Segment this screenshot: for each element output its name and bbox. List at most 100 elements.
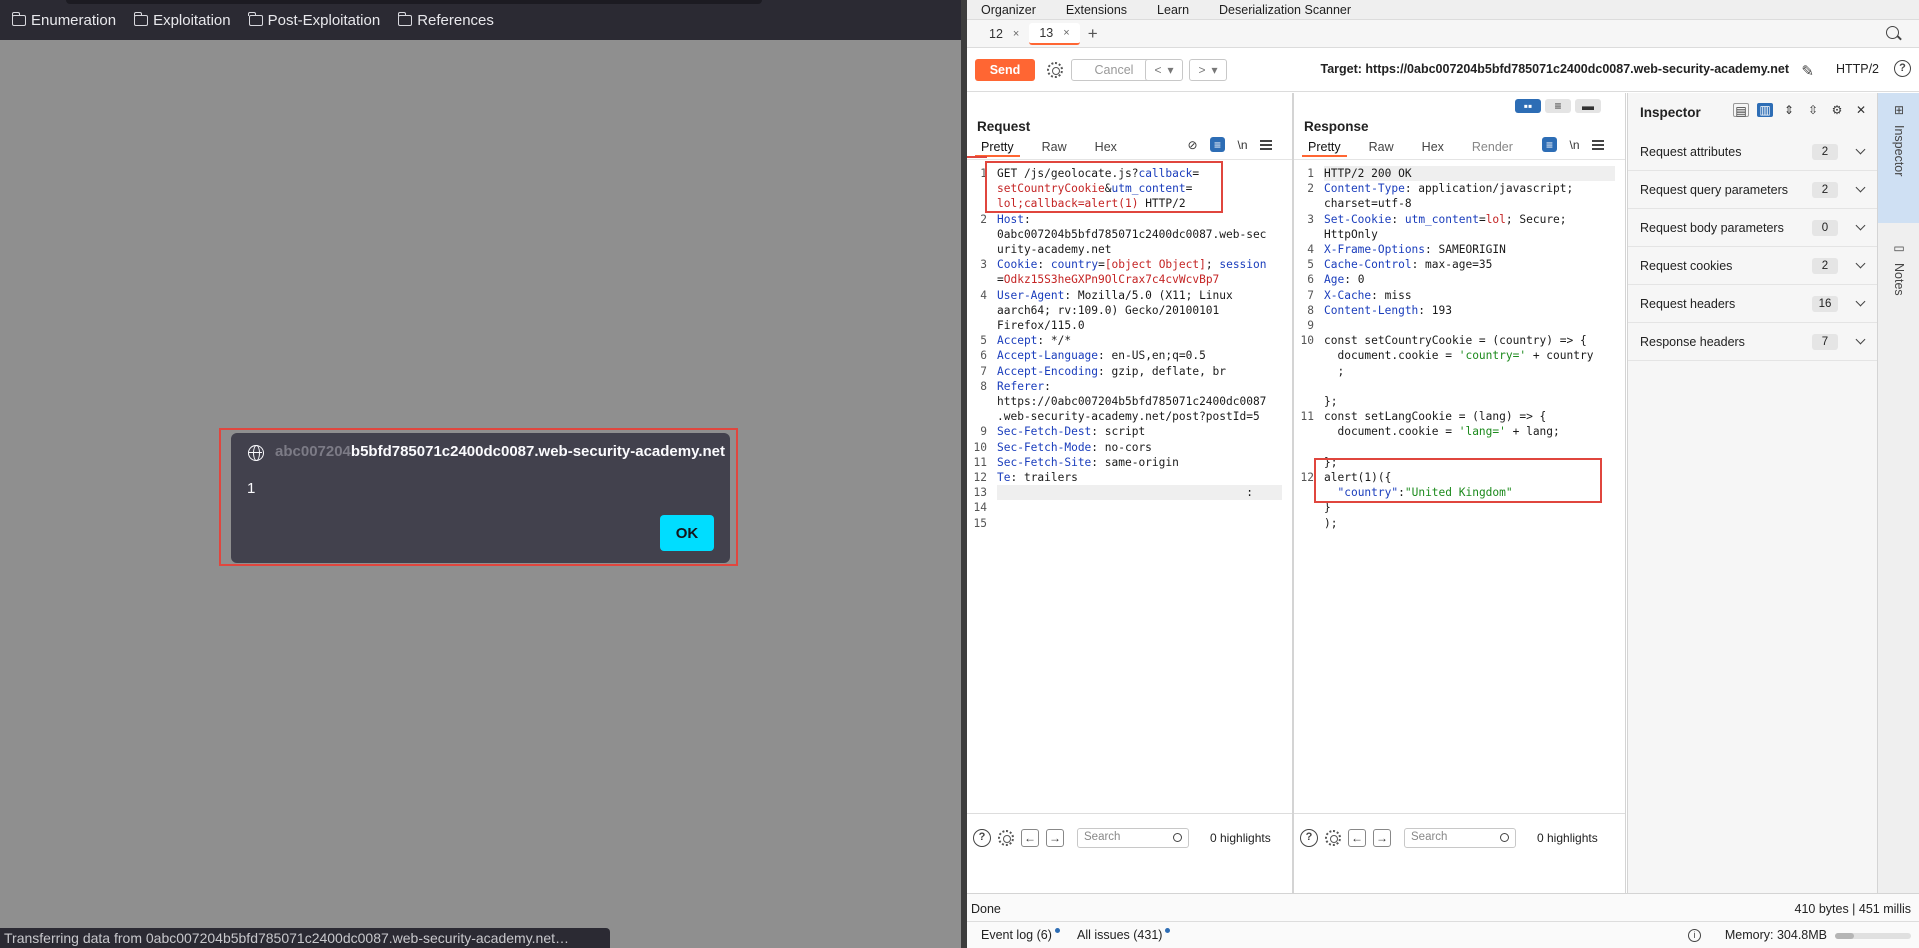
bookmark-post-exploitation[interactable]: Post-Exploitation bbox=[248, 11, 380, 29]
menu-icon[interactable] bbox=[1592, 139, 1604, 150]
gear-icon[interactable]: ⚙ bbox=[1829, 103, 1845, 117]
menu-icon[interactable] bbox=[1260, 139, 1272, 150]
menu-bar: Organizer Extensions Learn Deserializati… bbox=[967, 0, 1919, 20]
side-tab-notes[interactable]: ▭ Notes bbox=[1878, 231, 1919, 311]
protocol-label[interactable]: HTTP/2 bbox=[1836, 62, 1879, 76]
event-log-link[interactable]: Event log (6) bbox=[981, 928, 1060, 942]
menu-extensions[interactable]: Extensions bbox=[1066, 3, 1127, 17]
menu-organizer[interactable]: Organizer bbox=[981, 3, 1036, 17]
newline-toggle[interactable]: \n bbox=[1567, 137, 1582, 152]
search-input[interactable]: Search bbox=[1404, 828, 1516, 848]
request-panel: Request Pretty Raw Hex ⊘ ≡ \n 1234 5678 … bbox=[967, 93, 1293, 893]
gear-icon[interactable] bbox=[1325, 830, 1341, 846]
count-badge: 16 bbox=[1812, 295, 1838, 312]
ok-button[interactable]: OK bbox=[660, 515, 714, 551]
folder-icon bbox=[133, 11, 149, 26]
bookmark-enumeration[interactable]: Enumeration bbox=[11, 11, 117, 29]
inspector-row-request-attributes[interactable]: Request attributes 2 bbox=[1628, 133, 1878, 171]
add-tab-button[interactable]: + bbox=[1088, 24, 1098, 44]
help-icon[interactable]: ? bbox=[1894, 60, 1911, 77]
close-icon[interactable]: × bbox=[1063, 27, 1069, 39]
tab-raw[interactable]: Raw bbox=[1036, 139, 1073, 157]
arrow-right-icon[interactable]: → bbox=[1373, 829, 1391, 847]
menu-deserialization-scanner[interactable]: Deserialization Scanner bbox=[1219, 3, 1351, 17]
search-icon[interactable] bbox=[1886, 26, 1899, 39]
inspector-row-request-cookies[interactable]: Request cookies 2 bbox=[1628, 247, 1878, 285]
arrow-right-icon[interactable]: → bbox=[1046, 829, 1064, 847]
search-icon bbox=[1173, 833, 1182, 842]
repeater-tab-12[interactable]: 12 × bbox=[979, 23, 1029, 45]
arrow-left-icon[interactable]: ← bbox=[1021, 829, 1039, 847]
stacked-layout-icon[interactable]: ≡ bbox=[1545, 99, 1571, 113]
count-badge: 0 bbox=[1812, 219, 1838, 236]
inspector-panel: Inspector ▤ ▥ ⇕ ⇳ ⚙ ✕ Request attributes… bbox=[1627, 93, 1878, 893]
close-icon[interactable]: ✕ bbox=[1853, 103, 1869, 117]
count-badge: 2 bbox=[1812, 143, 1838, 160]
split-view-icon[interactable]: ▥ bbox=[1757, 103, 1773, 117]
tab-hex[interactable]: Hex bbox=[1089, 139, 1123, 157]
browser-status: Transferring data from 0abc007204b5bfd78… bbox=[0, 928, 610, 948]
repeater-tabs: 12 × 13 × + bbox=[967, 20, 1919, 48]
folder-icon bbox=[397, 11, 413, 26]
pencil-icon[interactable]: ✎ bbox=[1801, 62, 1814, 80]
forward-button[interactable]: > ▾ bbox=[1189, 59, 1227, 81]
notification-dot bbox=[1165, 928, 1171, 933]
urlbar-edge bbox=[66, 0, 762, 4]
highlight-line bbox=[967, 156, 987, 158]
bookmark-references[interactable]: References bbox=[397, 11, 494, 29]
request-view-tabs: Pretty Raw Hex bbox=[975, 139, 1139, 157]
memory-usage: Memory: 304.8MB bbox=[1724, 928, 1827, 942]
inspector-sections: Request attributes 2 Request query parame… bbox=[1628, 133, 1878, 361]
count-badge: 2 bbox=[1812, 257, 1838, 274]
gear-icon[interactable] bbox=[1047, 62, 1063, 78]
eye-slash-icon[interactable]: ⊘ bbox=[1185, 137, 1200, 152]
tab-pretty[interactable]: Pretty bbox=[1302, 139, 1347, 157]
arrow-left-icon[interactable]: ← bbox=[1348, 829, 1366, 847]
info-icon[interactable]: i bbox=[1688, 929, 1701, 942]
tab-pretty[interactable]: Pretty bbox=[975, 139, 1020, 157]
tab-raw[interactable]: Raw bbox=[1363, 139, 1400, 157]
back-button[interactable]: < ▾ bbox=[1145, 59, 1183, 81]
panel-title: Inspector bbox=[1640, 105, 1701, 120]
split-layout-icon[interactable]: ▪▪ bbox=[1515, 99, 1541, 113]
folder-icon bbox=[11, 11, 26, 26]
request-footer: ? ← → Search 0 highlights bbox=[967, 813, 1292, 893]
bookmark-label: Enumeration bbox=[31, 11, 117, 29]
newline-toggle[interactable]: \n bbox=[1235, 137, 1250, 152]
gear-icon[interactable] bbox=[998, 830, 1014, 846]
wrap-icon[interactable]: ≡ bbox=[1542, 137, 1557, 152]
single-layout-icon[interactable]: ▬ bbox=[1575, 99, 1601, 113]
repeater-toolbar: Send Cancel < ▾ > ▾ Target: https://0abc00… bbox=[967, 48, 1919, 92]
count-badge: 7 bbox=[1812, 333, 1838, 350]
expand-icon[interactable]: ⇕ bbox=[1781, 103, 1797, 117]
collapse-icon[interactable]: ⇳ bbox=[1805, 103, 1821, 117]
response-panel: ▪▪ ≡ ▬ Response Pretty Raw Hex Render ≡ … bbox=[1293, 93, 1626, 893]
request-editor[interactable]: 1234 5678 9 10 11 12 13 14 15 GET /js/geoloca… bbox=[967, 159, 1292, 813]
side-tab-inspector[interactable]: ⊞ Inspector bbox=[1878, 93, 1919, 223]
search-icon bbox=[1500, 833, 1509, 842]
help-icon[interactable]: ? bbox=[973, 829, 991, 847]
help-icon[interactable]: ? bbox=[1300, 829, 1318, 847]
close-icon[interactable]: × bbox=[1013, 28, 1019, 40]
inspector-row-request-headers[interactable]: Request headers 16 bbox=[1628, 285, 1878, 323]
inspector-row-response-headers[interactable]: Response headers 7 bbox=[1628, 323, 1878, 361]
wrap-icon[interactable]: ≡ bbox=[1210, 137, 1225, 152]
list-view-icon[interactable]: ▤ bbox=[1733, 103, 1749, 118]
menu-learn[interactable]: Learn bbox=[1157, 3, 1189, 17]
all-issues-link[interactable]: All issues (431) bbox=[1077, 928, 1171, 942]
response-footer: ? ← → Search 0 highlights bbox=[1294, 813, 1625, 893]
search-input[interactable]: Search bbox=[1077, 828, 1189, 848]
bookmark-exploitation[interactable]: Exploitation bbox=[133, 11, 231, 29]
tab-render[interactable]: Render bbox=[1466, 139, 1519, 157]
layout-toggles: ▪▪ ≡ ▬ bbox=[1515, 99, 1601, 113]
chevron-down-icon bbox=[1855, 182, 1866, 193]
tab-hex[interactable]: Hex bbox=[1416, 139, 1450, 157]
send-button[interactable]: Send bbox=[975, 59, 1035, 81]
inspector-row-request-body-parameters[interactable]: Request body parameters 0 bbox=[1628, 209, 1878, 247]
bookmarks-toolbar: Enumeration Exploitation Post-Exploitati… bbox=[0, 0, 961, 40]
request-options: ⊘ ≡ \n bbox=[1185, 137, 1272, 152]
inspector-row-request-query-parameters[interactable]: Request query parameters 2 bbox=[1628, 171, 1878, 209]
inspector-controls: ▤ ▥ ⇕ ⇳ ⚙ ✕ bbox=[1733, 103, 1869, 118]
repeater-tab-13[interactable]: 13 × bbox=[1029, 22, 1080, 45]
request-code: GET /js/geolocate.js?callback= setCountry… bbox=[997, 166, 1282, 531]
